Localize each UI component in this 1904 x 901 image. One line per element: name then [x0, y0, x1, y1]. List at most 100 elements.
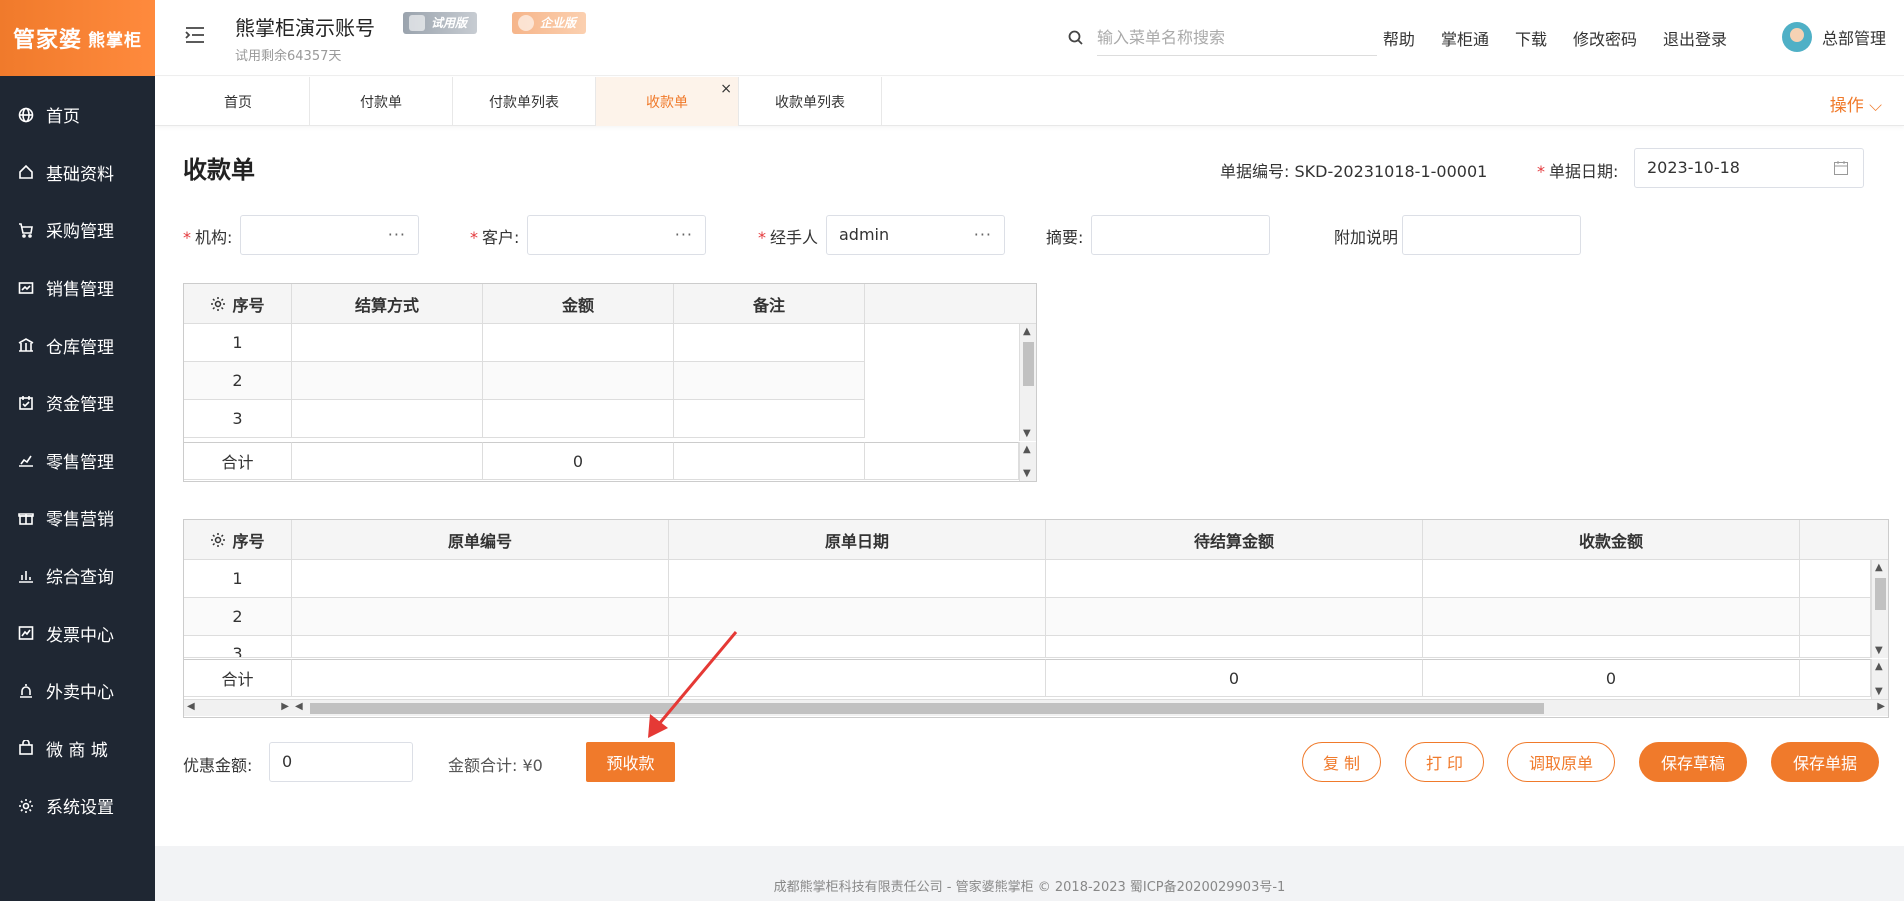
grid2-total-scrollbar[interactable]: ▲ ▼ — [1871, 659, 1888, 699]
grid2-header-pending: 待结算金额 — [1046, 520, 1423, 560]
sidebar-item-sales[interactable]: 销售管理 — [0, 259, 155, 317]
sidebar-item-invoice[interactable]: 发票中心 — [0, 604, 155, 662]
sidebar-item-purchase[interactable]: 采购管理 — [0, 201, 155, 259]
table-cell[interactable] — [483, 362, 674, 400]
grid1-header-seq[interactable]: 序号 — [184, 284, 292, 324]
handler-input[interactable]: admin ··· — [826, 215, 1005, 255]
tab-receipt[interactable]: 收款单 × — [596, 77, 739, 126]
table-cell[interactable] — [669, 598, 1046, 636]
table-cell[interactable] — [669, 560, 1046, 598]
summary-input[interactable] — [1091, 215, 1270, 255]
customer-label: * 客户: — [470, 228, 520, 247]
tab-home[interactable]: 首页 — [167, 77, 310, 126]
footer: 成都熊掌柜科技有限责任公司 - 管家婆熊掌柜 © 2018-2023 蜀ICP备… — [155, 846, 1904, 901]
table-cell[interactable] — [483, 400, 674, 438]
prepay-button[interactable]: 预收款 — [586, 742, 675, 782]
more-icon[interactable]: ··· — [388, 216, 406, 254]
grid1-header-remark: 备注 — [674, 284, 865, 324]
user-menu[interactable]: 总部管理 — [1781, 22, 1886, 52]
top-header: 熊掌柜演示账号 试用版 企业版 试用剩余64357天 帮助 掌柜通 下载 修改密… — [155, 0, 1904, 76]
table-cell[interactable] — [1423, 598, 1800, 636]
warehouse-icon — [18, 337, 34, 353]
tab-payment[interactable]: 付款单 — [310, 77, 453, 126]
gift-icon — [18, 510, 34, 526]
table-row: 3 — [184, 636, 292, 658]
bar-chart-icon — [18, 568, 34, 584]
close-icon[interactable]: × — [720, 81, 732, 97]
discount-input[interactable]: 0 — [269, 742, 413, 782]
table-cell[interactable] — [292, 560, 669, 598]
table-cell[interactable] — [674, 362, 865, 400]
operations-menu[interactable]: 操作 ⌵ — [1830, 91, 1882, 116]
grid1-scrollbar[interactable]: ▲ ▼ — [1019, 324, 1036, 441]
sidebar-item-query[interactable]: 综合查询 — [0, 547, 155, 605]
search-icon — [1068, 30, 1083, 45]
gear-icon[interactable] — [210, 532, 226, 548]
table-cell[interactable] — [674, 400, 865, 438]
grid2-hscroll[interactable]: ◀ ▶ — [292, 699, 1888, 716]
grid2-scrollbar[interactable]: ▲ ▼ — [1871, 560, 1888, 658]
summary-label: 摘要: — [1046, 228, 1084, 247]
sidebar-item-home[interactable]: 首页 — [0, 86, 155, 144]
tab-bar: 首页 付款单 付款单列表 收款单 × 收款单列表 操作 ⌵ — [155, 77, 1904, 126]
org-label: * 机构: — [183, 228, 233, 247]
fetch-source-button[interactable]: 调取原单 — [1507, 742, 1615, 782]
customer-input[interactable]: ··· — [527, 215, 706, 255]
sidebar-item-basic-data[interactable]: 基础资料 — [0, 144, 155, 202]
save-draft-button[interactable]: 保存草稿 — [1639, 742, 1747, 782]
download-link[interactable]: 下载 — [1515, 26, 1547, 50]
source-doc-grid: 序号 原单编号 原单日期 待结算金额 收款金额 1 2 3 ▲ ▼ 合计 0 0… — [183, 519, 1889, 718]
trend-icon — [18, 625, 34, 641]
grid2-left-hscroll[interactable]: ◀ ▶ — [184, 699, 292, 716]
sidebar-item-settings[interactable]: 系统设置 — [0, 777, 155, 835]
menu-toggle-icon[interactable] — [185, 26, 205, 44]
sidebar-item-warehouse[interactable]: 仓库管理 — [0, 316, 155, 374]
table-cell[interactable] — [292, 400, 483, 438]
logout-link[interactable]: 退出登录 — [1663, 26, 1727, 50]
table-cell[interactable] — [674, 324, 865, 362]
tab-payment-list[interactable]: 付款单列表 — [453, 77, 596, 126]
table-cell[interactable] — [292, 362, 483, 400]
sidebar-item-delivery[interactable]: 外卖中心 — [0, 662, 155, 720]
cart-icon — [18, 222, 34, 238]
table-cell[interactable] — [483, 324, 674, 362]
help-link[interactable]: 帮助 — [1383, 26, 1415, 50]
grid2-header-seq[interactable]: 序号 — [184, 520, 292, 560]
bag-icon — [18, 740, 34, 756]
change-password-link[interactable]: 修改密码 — [1573, 26, 1637, 50]
search-input[interactable] — [1097, 20, 1377, 56]
table-cell[interactable] — [1046, 560, 1423, 598]
user-name: 总部管理 — [1821, 29, 1886, 48]
table-cell[interactable] — [1423, 560, 1800, 598]
tab-receipt-list[interactable]: 收款单列表 — [739, 77, 882, 126]
table-cell[interactable] — [1046, 636, 1423, 658]
grid1-total-amount: 0 — [483, 442, 674, 480]
table-cell[interactable] — [292, 636, 669, 658]
table-cell[interactable] — [1423, 636, 1800, 658]
more-icon[interactable]: ··· — [974, 216, 992, 254]
grid1-total-label: 合计 — [184, 442, 292, 480]
table-cell[interactable] — [669, 636, 1046, 658]
sidebar-item-marketing[interactable]: 零售营销 — [0, 489, 155, 547]
more-icon[interactable]: ··· — [675, 216, 693, 254]
grid2-total-pending: 0 — [1046, 659, 1423, 697]
print-button[interactable]: 打 印 — [1405, 742, 1484, 782]
table-cell[interactable] — [1046, 598, 1423, 636]
sidebar-item-mall[interactable]: 微 商 城 — [0, 720, 155, 778]
sidebar-item-fund[interactable]: 资金管理 — [0, 374, 155, 432]
org-input[interactable]: ··· — [240, 215, 419, 255]
copy-button[interactable]: 复 制 — [1302, 742, 1381, 782]
doc-date-input[interactable]: 2023-10-18 — [1634, 148, 1864, 188]
gear-icon[interactable] — [210, 296, 226, 312]
note-input[interactable] — [1402, 215, 1581, 255]
save-document-button[interactable]: 保存单据 — [1771, 742, 1879, 782]
zhanggui-link[interactable]: 掌柜通 — [1441, 26, 1489, 50]
enterprise-badge: 企业版 — [512, 12, 587, 34]
table-cell[interactable] — [292, 598, 669, 636]
note-label: 附加说明 — [1334, 228, 1399, 247]
amount-total: 金额合计: ¥0 — [448, 756, 543, 775]
grid1-total-scrollbar[interactable]: ▲ ▼ — [1019, 442, 1036, 481]
table-cell[interactable] — [292, 324, 483, 362]
settlement-grid: 序号 结算方式 金额 备注 1 2 3 ▲ ▼ 合计 0 ▲ ▼ — [183, 283, 1037, 482]
sidebar-item-retail[interactable]: 零售管理 — [0, 432, 155, 490]
